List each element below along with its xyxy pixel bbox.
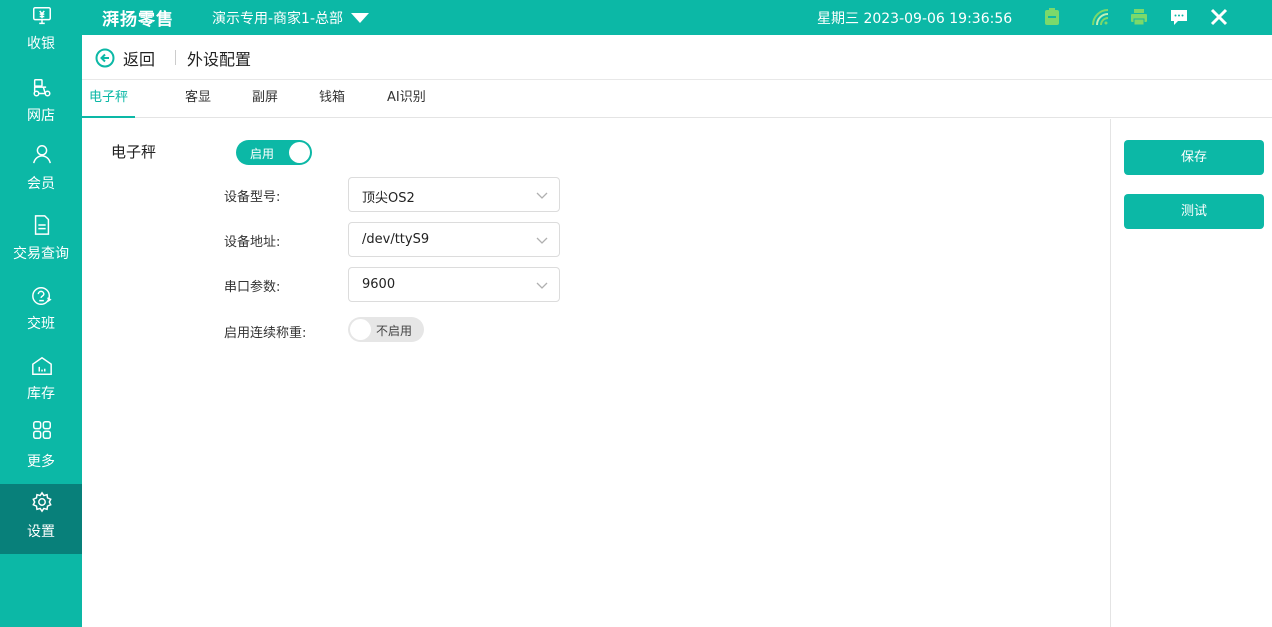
datetime: 星期三 2023-09-06 19:36:56 xyxy=(817,11,1013,27)
back-label: 返回 xyxy=(123,50,156,69)
sidebar-item-label: 更多 xyxy=(27,454,55,470)
sidebar-item-online-store[interactable]: 网店 xyxy=(0,70,82,140)
sidebar-item-transaction-query[interactable]: 交易查询 xyxy=(0,210,82,280)
select-value: 9600 xyxy=(362,277,396,292)
select-value: /dev/ttyS9 xyxy=(362,232,430,247)
app-window: 收银 网店 会员 交易查询 交班 库存 更多 设置 湃扬零售 演示专用-商家1-… xyxy=(0,0,1272,627)
sidebar-item-label: 设置 xyxy=(27,524,55,540)
sidebar-item-label: 库存 xyxy=(27,386,55,402)
battery-icon xyxy=(1045,8,1059,25)
sidebar-item-cashier[interactable]: 收银 xyxy=(0,0,82,70)
tab-scale[interactable]: 电子秤 xyxy=(82,80,135,118)
header-separator xyxy=(175,50,176,65)
top-bar: 湃扬零售 演示专用-商家1-总部 星期三 2023-09-06 19:36:56 xyxy=(82,0,1272,35)
page-header: 返回 外设配置 xyxy=(82,35,1272,80)
sidebar-item-member[interactable]: 会员 xyxy=(0,140,82,210)
select-value: 顶尖OS2 xyxy=(362,191,415,206)
chevron-down-icon xyxy=(536,237,548,244)
device-model-select[interactable]: 顶尖OS2 xyxy=(348,177,560,212)
serial-params-select[interactable]: 9600 xyxy=(348,267,560,302)
printer-icon[interactable] xyxy=(1129,7,1149,27)
scooter-icon xyxy=(33,79,51,97)
section-label: 电子秤 xyxy=(111,143,157,161)
tab-secondary-screen[interactable]: 副屏 xyxy=(252,80,278,118)
member-icon xyxy=(33,145,51,164)
toggle-label: 不启用 xyxy=(376,324,413,338)
toggle-label: 启用 xyxy=(250,147,275,161)
continuous-weighing-toggle[interactable]: 不启用 xyxy=(348,317,424,342)
sidebar-item-label: 会员 xyxy=(27,176,55,192)
sidebar-item-label: 交班 xyxy=(27,316,55,332)
brand-logo: 湃扬零售 xyxy=(102,10,174,30)
tab-customer-display[interactable]: 客显 xyxy=(185,80,211,118)
cashier-icon xyxy=(33,7,51,25)
chevron-down-icon xyxy=(536,282,548,289)
scale-settings-panel: 电子秤 启用 设备型号: 顶尖OS2 设备地址: /dev/ttyS9 串口参数… xyxy=(82,119,1110,627)
serial-params-label: 串口参数: xyxy=(224,280,281,295)
document-icon xyxy=(34,215,50,235)
sidebar: 收银 网店 会员 交易查询 交班 库存 更多 设置 xyxy=(0,0,82,627)
test-button[interactable]: 测试 xyxy=(1124,194,1264,229)
scale-enable-toggle[interactable]: 启用 xyxy=(236,140,312,165)
sidebar-item-label: 收银 xyxy=(27,36,55,52)
page-title: 外设配置 xyxy=(187,50,252,69)
sidebar-item-settings[interactable]: 设置 xyxy=(0,484,82,554)
device-address-select[interactable]: /dev/ttyS9 xyxy=(348,222,560,257)
continuous-weighing-label: 启用连续称重: xyxy=(224,326,307,341)
toggle-knob xyxy=(289,142,310,163)
device-model-label: 设备型号: xyxy=(224,190,281,205)
tab-cash-drawer[interactable]: 钱箱 xyxy=(319,80,345,118)
handover-icon xyxy=(32,287,52,305)
device-address-label: 设备地址: xyxy=(224,235,281,250)
caret-down-icon xyxy=(351,13,370,23)
warehouse-icon xyxy=(32,356,52,375)
wifi-icon[interactable] xyxy=(1090,7,1110,27)
sidebar-item-more[interactable]: 更多 xyxy=(0,415,82,485)
panel-divider xyxy=(1110,119,1111,627)
save-button[interactable]: 保存 xyxy=(1124,140,1264,175)
toggle-knob xyxy=(350,319,371,340)
gear-icon xyxy=(32,491,52,513)
close-icon[interactable] xyxy=(1209,7,1229,27)
sidebar-item-handover[interactable]: 交班 xyxy=(0,280,82,350)
sidebar-item-label: 交易查询 xyxy=(13,246,69,262)
store-name: 演示专用-商家1-总部 xyxy=(212,11,344,27)
back-button[interactable]: 返回 xyxy=(95,46,155,70)
back-arrow-icon xyxy=(95,48,115,68)
store-selector[interactable]: 演示专用-商家1-总部 xyxy=(212,8,370,28)
tab-ai-recognition[interactable]: AI识别 xyxy=(387,80,426,118)
grid-icon xyxy=(33,421,51,439)
sidebar-item-inventory[interactable]: 库存 xyxy=(0,350,82,420)
tab-bar: 电子秤 客显 副屏 钱箱 AI识别 xyxy=(82,80,1272,118)
chevron-down-icon xyxy=(536,192,548,199)
sidebar-item-label: 网店 xyxy=(27,108,55,124)
message-icon[interactable] xyxy=(1169,7,1189,27)
